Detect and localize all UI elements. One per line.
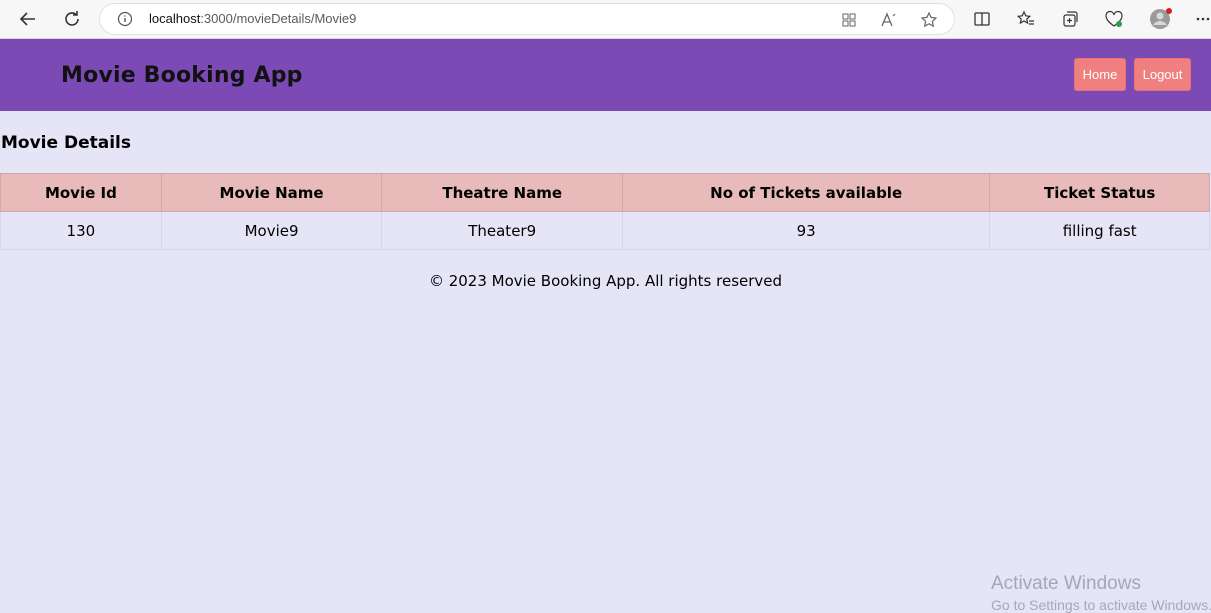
table-header-row: Movie Id Movie Name Theatre Name No of T… bbox=[0, 173, 1210, 212]
column-header-tickets-available: No of Tickets available bbox=[621, 173, 991, 212]
cell-tickets-available: 93 bbox=[621, 211, 991, 250]
more-options-icon[interactable] bbox=[1195, 9, 1211, 29]
browser-essentials-icon[interactable] bbox=[1104, 9, 1124, 29]
split-screen-icon[interactable] bbox=[972, 9, 992, 29]
watermark-line-2: Go to Settings to activate Windows. bbox=[991, 597, 1211, 613]
app-title: Movie Booking App bbox=[61, 63, 303, 88]
watermark-line-1: Activate Windows bbox=[991, 573, 1141, 594]
home-button[interactable]: Home bbox=[1075, 59, 1125, 90]
address-bar[interactable]: localhost:3000/movieDetails/Movie9 bbox=[100, 4, 954, 34]
cell-movie-id: 130 bbox=[0, 211, 162, 250]
cell-theatre-name: Theater9 bbox=[381, 211, 623, 250]
app-available-icon[interactable] bbox=[840, 11, 858, 29]
column-header-movie-name: Movie Name bbox=[160, 173, 383, 212]
app-header: Movie Booking App Home Logout bbox=[0, 39, 1211, 111]
profile-avatar-icon[interactable] bbox=[1149, 7, 1173, 31]
footer-copyright: © 2023 Movie Booking App. All rights res… bbox=[428, 272, 783, 290]
logout-button[interactable]: Logout bbox=[1135, 59, 1190, 90]
movie-details-table: Movie Id Movie Name Theatre Name No of T… bbox=[0, 173, 1210, 250]
read-aloud-icon[interactable] bbox=[880, 11, 898, 29]
url-text: localhost:3000/movieDetails/Movie9 bbox=[149, 11, 357, 26]
favorites-icon[interactable] bbox=[1016, 9, 1036, 29]
page-title: Movie Details bbox=[1, 133, 131, 153]
browser-toolbar: localhost:3000/movieDetails/Movie9 bbox=[0, 0, 1211, 39]
cell-movie-name: Movie9 bbox=[160, 211, 383, 250]
cell-ticket-status: filling fast bbox=[989, 211, 1210, 250]
favorite-star-icon[interactable] bbox=[920, 11, 938, 29]
table-row: 130 Movie9 Theater9 93 filling fast bbox=[0, 211, 1210, 250]
back-arrow-icon[interactable] bbox=[14, 5, 42, 33]
column-header-theatre-name: Theatre Name bbox=[381, 173, 623, 212]
activate-windows-watermark: Activate Windows Go to Settings to activ… bbox=[991, 573, 1211, 613]
refresh-icon[interactable] bbox=[58, 5, 86, 33]
column-header-ticket-status: Ticket Status bbox=[989, 173, 1210, 212]
site-info-icon[interactable] bbox=[117, 11, 133, 27]
collections-icon[interactable] bbox=[1060, 9, 1080, 29]
column-header-movie-id: Movie Id bbox=[0, 173, 162, 212]
